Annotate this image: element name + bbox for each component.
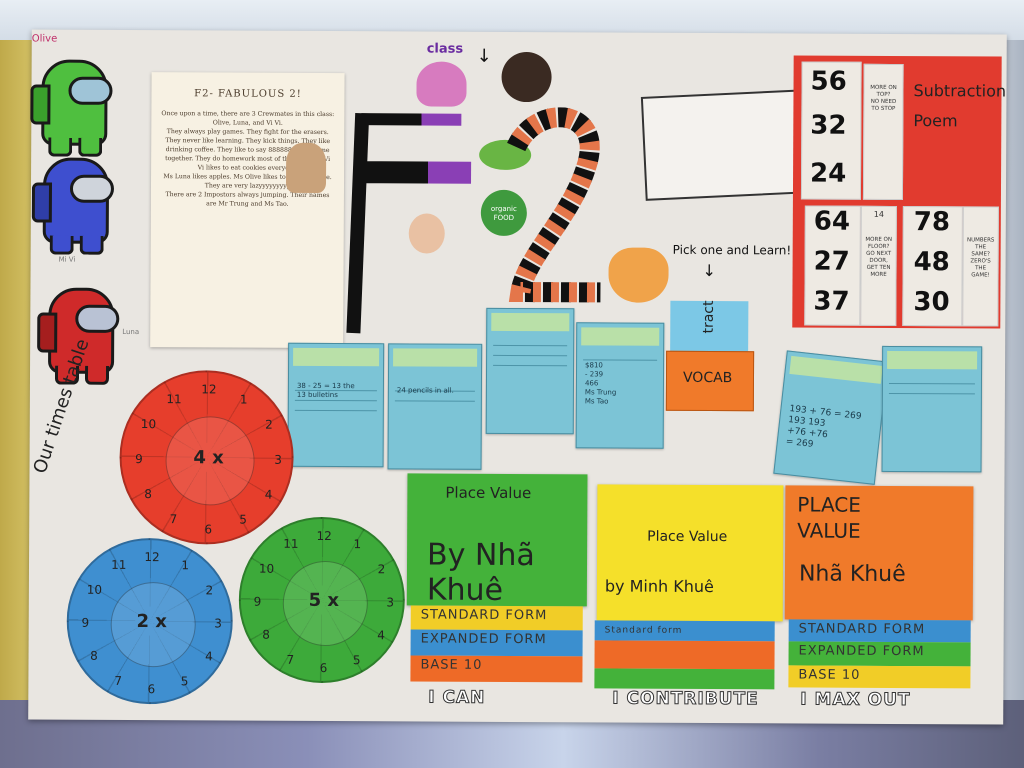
strip-mid-green [594, 668, 775, 690]
wheel-number: 4 [377, 628, 385, 643]
strip-standard-form: STANDARD FORM [410, 605, 583, 631]
wheel-number: 2 [377, 562, 386, 577]
wheel-number: 4 [264, 487, 273, 502]
strip-right-base-10: BASE 10 [788, 665, 971, 689]
wheel-number: 6 [319, 661, 328, 676]
wheel-number: 12 [201, 382, 217, 397]
letter-f-mid-bar [363, 161, 472, 184]
wheel-number: 11 [111, 558, 127, 573]
times-wheel-2[interactable]: 12 1 2 3 4 5 6 7 8 9 10 11 2 x [66, 537, 234, 705]
place-value-green-note: Place Value By Nhã Khuê [406, 473, 588, 608]
wheel-number: 8 [262, 627, 270, 642]
wheel-number: 2 [205, 583, 214, 598]
wheel-number: 8 [144, 486, 152, 501]
green-crewmate-drawing [30, 59, 113, 157]
classroom-poster: Olive Mi Vi Luna F2- FABULOUS 2! Once up… [28, 29, 1007, 725]
crew-name-olive: Olive [31, 33, 58, 45]
wheel-number: 11 [166, 391, 182, 406]
wheel-center-label: 5 x [308, 589, 340, 612]
crew-name-luna: Luna [122, 327, 140, 337]
wheel-number: 9 [81, 615, 90, 630]
place-value-yellow-note: Place Value by Minh Khuê [596, 484, 784, 622]
wheel-number: 5 [352, 652, 361, 667]
strip-expanded-form: EXPANDED FORM [410, 629, 583, 657]
times-wheel-5[interactable]: 12 1 2 3 4 5 6 7 8 9 10 11 5 x [238, 516, 406, 684]
place-value-orange-note: PLACE VALUE Nhã Khuê [784, 485, 974, 621]
blue-crewmate-drawing [31, 157, 115, 255]
subtraction-poem-poster: Subtraction Poem 56 32 24 MORE ON TOP? N… [792, 55, 1007, 329]
times-wheel-4[interactable]: 12 1 2 3 4 5 6 7 8 9 10 11 4 x [119, 369, 295, 545]
strip-base-10: BASE 10 [410, 655, 583, 683]
wheel-number: 9 [135, 451, 143, 467]
wheel-number: 7 [286, 652, 295, 667]
wheel-number: 6 [147, 682, 156, 697]
story-title: F2- FABULOUS 2! [194, 88, 302, 100]
class-label: class [426, 41, 464, 57]
question-card-4: $810 - 239 466 Ms Trung Ms Tao [575, 322, 665, 449]
letter-f-top-bar [361, 113, 462, 126]
wheel-number: 4 [205, 649, 213, 664]
subtraction-note-2: 14 MORE ON FLOOR? GO NEXT DOOR, GET TEN … [860, 205, 897, 326]
wheel-number: 6 [204, 521, 213, 536]
footer-i-contribute: I CONTRIBUTE [612, 688, 759, 710]
subtraction-note-3: NUMBERS THE SAME? ZERO'S THE GAME! [962, 206, 999, 327]
wheel-number: 7 [169, 512, 178, 527]
question-card-2: 24 pencils in all. [387, 343, 483, 470]
wheel-number: 2 [265, 417, 273, 432]
cat-sticker [408, 213, 445, 254]
letter-f-stem [346, 112, 370, 334]
vocab-card: tract [670, 300, 749, 358]
pick-one-text: Pick one and Learn! [672, 242, 792, 258]
wheel-number: 3 [214, 616, 222, 631]
strip-right-standard: STANDARD FORM [788, 619, 971, 643]
wheel-number: 5 [239, 512, 247, 527]
number-two-drawing [507, 107, 601, 303]
vocab-pocket: VOCAB [665, 350, 755, 412]
class-arrow: ↓ [476, 45, 492, 67]
dog-sticker [501, 51, 552, 103]
subtraction-card-2: 64 27 37 [804, 205, 861, 326]
subtraction-note-1: MORE ON TOP? NO NEED TO STOP [862, 63, 904, 201]
question-card-5: 193 + 76 = 269 193 193 +76 +76 = 269 [773, 350, 889, 485]
wheel-number: 1 [353, 537, 362, 552]
question-card-6 [881, 345, 983, 473]
crew-name-mivi: Mi Vi [58, 255, 76, 264]
strip-mid-orange [594, 640, 775, 670]
wheel-number: 5 [180, 673, 189, 688]
wheel-center-label: 4 x [193, 447, 224, 469]
strip-right-expanded: EXPANDED FORM [788, 641, 971, 667]
pug-sticker [285, 142, 327, 193]
pick-arrow: ↓ [702, 260, 717, 281]
wheel-number: 8 [90, 648, 98, 663]
question-card-1: 38 - 25 = 13 the 13 bulletins [287, 342, 385, 468]
octopus-sticker [416, 61, 467, 107]
strip-mid-standard: Standard form [594, 620, 775, 642]
wheel-number: 1 [239, 392, 248, 407]
wheel-center-label: 2 x [136, 611, 167, 633]
subtraction-card-3: 78 48 30 [902, 206, 963, 327]
wheel-number: 10 [140, 417, 157, 432]
flower-box-drawing [640, 89, 810, 201]
wheel-number: 3 [274, 452, 283, 467]
subtraction-card-1: 56 32 24 [800, 61, 862, 200]
wheel-number: 11 [283, 537, 299, 552]
wheel-number: 1 [181, 558, 190, 573]
wheel-number: 9 [253, 594, 262, 609]
footer-i-can: I CAN [428, 687, 486, 708]
subtraction-title: Subtraction Poem [913, 81, 1007, 131]
wheel-number: 3 [386, 595, 395, 610]
wheel-number: 10 [258, 561, 275, 576]
story-paper: F2- FABULOUS 2! Once upon a time, there … [150, 72, 345, 349]
wheel-number: 12 [316, 528, 332, 543]
wheel-number: 7 [114, 673, 123, 688]
cat-face-sticker [608, 247, 669, 303]
footer-i-max-out: I MAX OUT [800, 689, 911, 711]
question-card-3 [485, 307, 575, 435]
wheel-number: 12 [144, 549, 160, 564]
wheel-number: 10 [86, 582, 103, 597]
